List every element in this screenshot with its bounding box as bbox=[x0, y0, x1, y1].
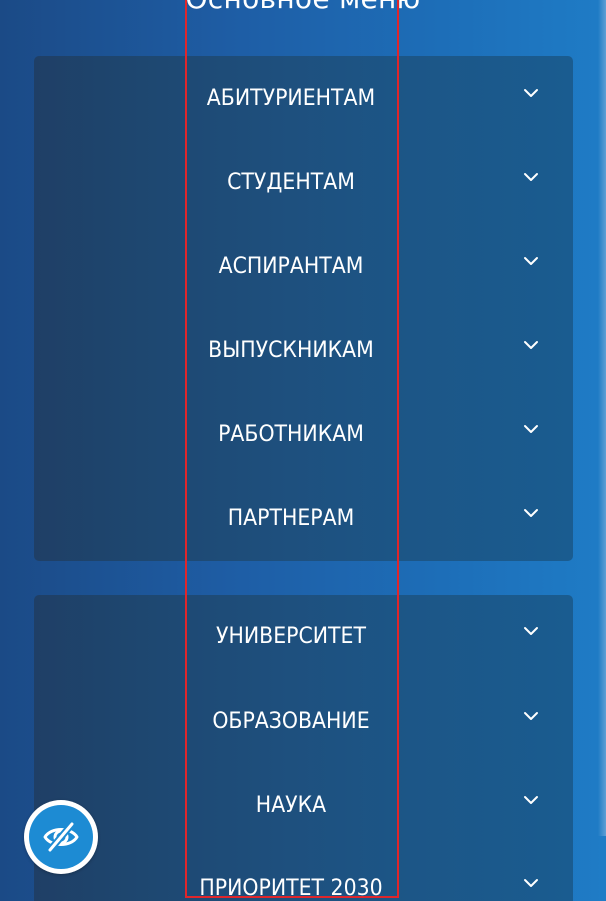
menu-item-label: АСПИРАНТАМ bbox=[218, 254, 364, 279]
chevron-down-icon bbox=[523, 85, 539, 101]
menu-item-education[interactable]: ОБРАЗОВАНИЕ bbox=[34, 700, 573, 744]
menu-item-label: НАУКА bbox=[255, 793, 327, 818]
accessibility-button-face bbox=[29, 805, 93, 869]
menu-item-employees[interactable]: РАБОТНИКАМ bbox=[34, 413, 573, 457]
scroll-edge bbox=[598, 0, 606, 836]
menu-item-label: ВЫПУСКНИКАМ bbox=[208, 338, 374, 363]
chevron-down-icon bbox=[523, 505, 539, 521]
menu-item-label: ПАРТНЕРАМ bbox=[227, 506, 355, 531]
chevron-down-icon bbox=[523, 337, 539, 353]
menu-item-priority-2030[interactable]: ПРИОРИТЕТ 2030 bbox=[34, 867, 573, 901]
menu-item-label: СТУДЕНТАМ bbox=[227, 170, 355, 195]
menu-item-graduates[interactable]: ВЫПУСКНИКАМ bbox=[34, 329, 573, 373]
chevron-down-icon bbox=[523, 708, 539, 724]
menu-item-label: УНИВЕРСИТЕТ bbox=[216, 624, 366, 649]
eye-slash-icon bbox=[43, 820, 79, 854]
menu-item-label: АБИТУРИЕНТАМ bbox=[206, 86, 376, 111]
accessibility-button[interactable] bbox=[24, 800, 98, 874]
chevron-down-icon bbox=[523, 623, 539, 639]
menu-item-label: РАБОТНИКАМ bbox=[218, 422, 364, 447]
chevron-down-icon bbox=[523, 792, 539, 808]
chevron-down-icon bbox=[523, 253, 539, 269]
menu-item-label: ОБРАЗОВАНИЕ bbox=[212, 709, 370, 734]
menu-item-students[interactable]: СТУДЕНТАМ bbox=[34, 161, 573, 205]
chevron-down-icon bbox=[523, 875, 539, 891]
main-menu-heading: Основное меню bbox=[0, 0, 606, 16]
menu-item-university[interactable]: УНИВЕРСИТЕТ bbox=[34, 615, 573, 659]
menu-group-audiences: АБИТУРИЕНТАМ СТУДЕНТАМ АСПИРАНТАМ ВЫПУСК… bbox=[34, 56, 573, 561]
menu-item-postgraduates[interactable]: АСПИРАНТАМ bbox=[34, 245, 573, 289]
menu-item-partners[interactable]: ПАРТНЕРАМ bbox=[34, 497, 573, 541]
menu-item-science[interactable]: НАУКА bbox=[34, 784, 573, 828]
menu-group-sections: УНИВЕРСИТЕТ ОБРАЗОВАНИЕ НАУКА ПРИОРИТЕТ … bbox=[34, 595, 573, 901]
chevron-down-icon bbox=[523, 421, 539, 437]
chevron-down-icon bbox=[523, 169, 539, 185]
menu-item-label: ПРИОРИТЕТ 2030 bbox=[199, 876, 383, 901]
menu-item-applicants[interactable]: АБИТУРИЕНТАМ bbox=[34, 77, 573, 121]
